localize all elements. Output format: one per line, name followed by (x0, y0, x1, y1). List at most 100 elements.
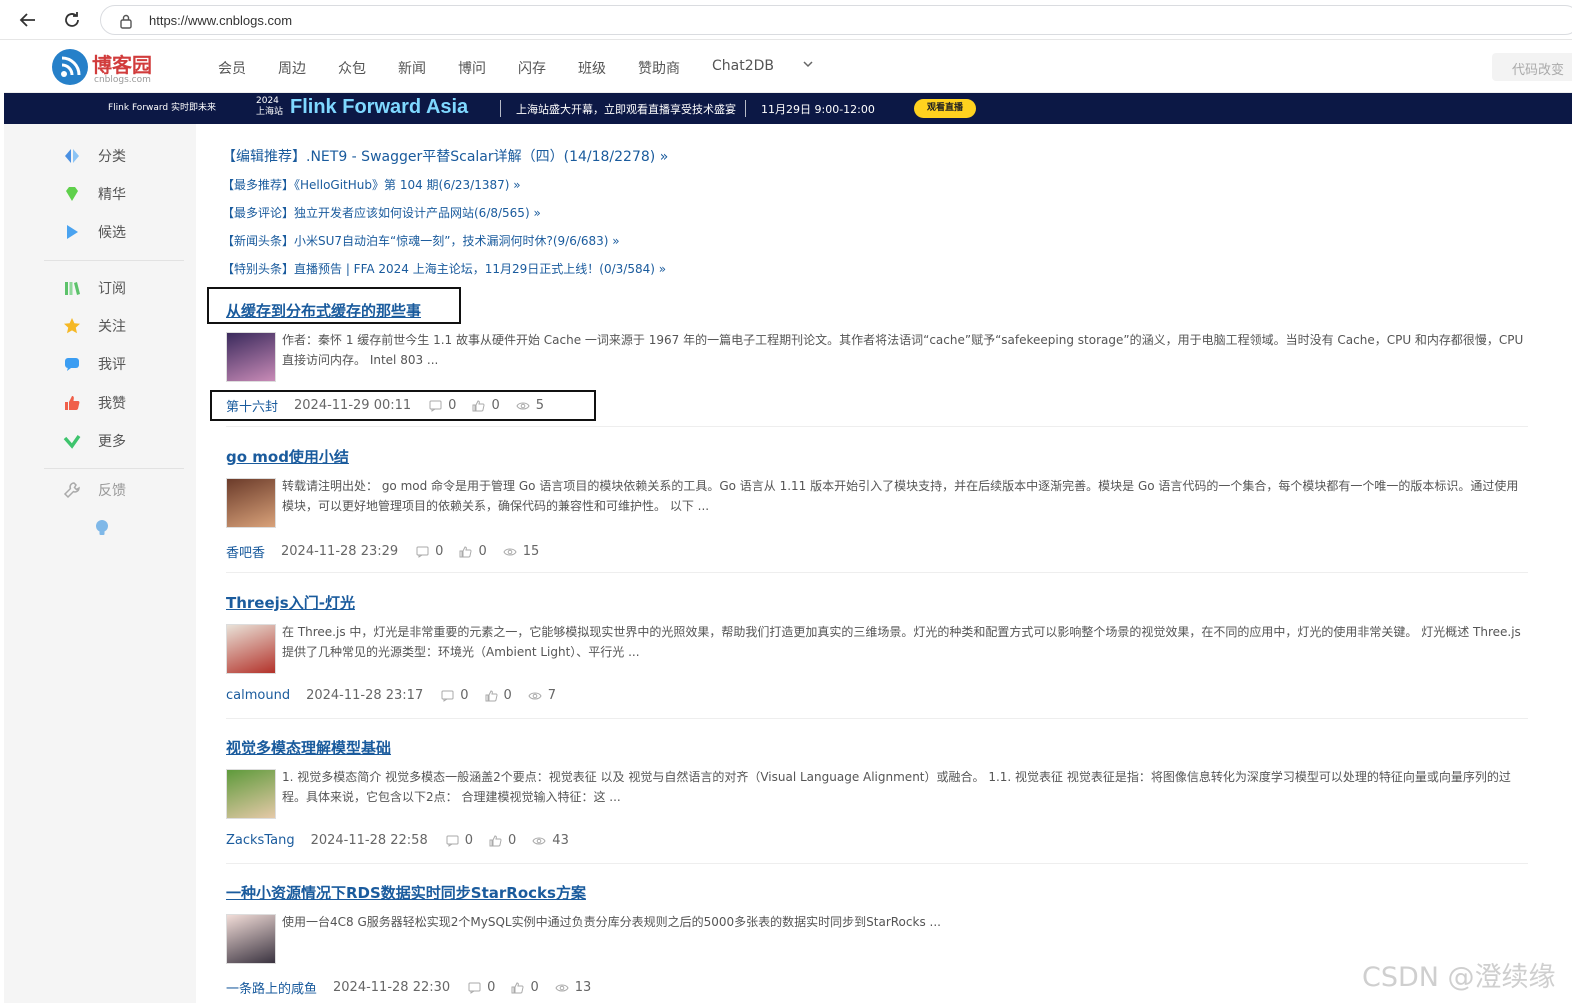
post-likes[interactable]: 0 (485, 688, 512, 703)
view-count: 43 (552, 833, 569, 848)
comment-icon (62, 354, 82, 374)
banner-divider (745, 100, 746, 117)
chevron-down-icon[interactable] (802, 58, 814, 78)
recommend-link[interactable]: 【最多推荐】《HelloGitHub》第 104 期(6/23/1387) » (222, 176, 521, 193)
banner-desc: 上海站盛大开幕，立即观看直播享受技术盛宴 (516, 103, 736, 116)
address-bar[interactable]: https://www.cnblogs.com (100, 5, 1572, 35)
nav-item-qa[interactable]: 博问 (458, 58, 486, 78)
sidebar-divider (44, 260, 184, 261)
watch-live-button[interactable]: 观看直播 (914, 99, 976, 118)
post-views: 7 (528, 688, 556, 703)
thumbs-up-icon (511, 981, 524, 993)
sidebar-item-label: 分类 (98, 149, 126, 165)
post-date: 2024-11-28 22:58 (310, 833, 428, 848)
star-icon (62, 316, 82, 336)
comment-count: 0 (464, 833, 474, 848)
post-likes[interactable]: 0 (511, 980, 539, 995)
post-comments[interactable]: 0 (446, 833, 473, 848)
post-comments[interactable]: 0 (468, 980, 495, 995)
view-count: 15 (522, 544, 540, 559)
post-likes[interactable]: 0 (459, 544, 487, 559)
author-avatar[interactable] (226, 769, 276, 819)
post-title[interactable]: Threejs入门-灯光 (226, 592, 355, 613)
sidebar-item-more[interactable]: 更多 (62, 429, 126, 453)
sidebar-item-featured[interactable]: 精华 (62, 182, 126, 206)
banner-title: Flink Forward Asia (290, 96, 469, 118)
left-sidebar: 分类 精华 候选 订阅 关注 我评 我赞 更多 反馈 (4, 124, 196, 1003)
sidebar-tip[interactable] (92, 516, 128, 540)
books-icon (62, 278, 82, 298)
nav-item-flash[interactable]: 闪存 (518, 58, 546, 78)
sidebar-item-candidate[interactable]: 候选 (62, 220, 126, 244)
sidebar-item-label: 我评 (98, 357, 126, 373)
nav-item-vip[interactable]: 会员 (218, 58, 246, 78)
highlight-box-meta (210, 390, 596, 421)
author-avatar[interactable] (226, 332, 276, 382)
nav-item-crowdsource[interactable]: 众包 (338, 58, 366, 78)
post-author[interactable]: 香吧香 (226, 542, 265, 561)
eye-icon (528, 692, 542, 699)
browser-toolbar: https://www.cnblogs.com (0, 0, 1572, 40)
nav-item-news[interactable]: 新闻 (398, 58, 426, 78)
author-avatar[interactable] (226, 624, 276, 674)
post-divider (226, 426, 1528, 427)
post-author[interactable]: calmound (226, 688, 290, 703)
ad-banner[interactable]: Flink Forward 实时即未来 2024 上海站 Flink Forwa… (4, 93, 1572, 124)
post-meta: 一条路上的咸鱼 2024-11-28 22:30 0 0 13 (226, 978, 607, 997)
rss-logo-icon (52, 49, 88, 85)
post-author[interactable]: ZacksTang (226, 833, 295, 848)
back-arrow-icon[interactable] (16, 8, 40, 32)
nav-item-sponsor[interactable]: 赞助商 (638, 58, 680, 78)
comment-icon (441, 690, 454, 702)
eye-icon (503, 548, 517, 555)
nav-item-merch[interactable]: 周边 (278, 58, 306, 78)
post-title[interactable]: 一种小资源情况下RDS数据实时同步StarRocks方案 (226, 882, 586, 903)
post-title[interactable]: go mod使用小结 (226, 446, 349, 467)
recommend-link[interactable]: 【最多评论】独立开发者应该如何设计产品网站(6/8/565) » (222, 204, 541, 221)
comment-icon (416, 546, 429, 558)
post-comments[interactable]: 0 (416, 544, 443, 559)
nav-item-chat2db[interactable]: Chat2DB (712, 58, 774, 78)
post-likes[interactable]: 0 (489, 833, 516, 848)
post-summary: 1. 视觉多模态简介 视觉多模态一般涵盖2个要点：视觉表征 以及 视觉与自然语言… (282, 770, 1511, 804)
comment-icon (446, 835, 459, 847)
post-title[interactable]: 视觉多模态理解模型基础 (226, 737, 391, 758)
sidebar-item-label: 关注 (98, 319, 126, 335)
comment-count: 0 (460, 688, 469, 703)
thumbs-up-icon (62, 393, 82, 413)
site-logo[interactable]: 博客园 cnblogs.com (52, 47, 172, 87)
post-divider (226, 718, 1528, 719)
sidebar-divider (44, 468, 184, 469)
lightbulb-icon (92, 518, 112, 538)
sidebar-item-follow[interactable]: 关注 (62, 314, 126, 338)
recommend-link[interactable]: 【编辑推荐】.NET9 - Swagger平替Scalar详解（四）(14/18… (222, 146, 668, 166)
nav-item-class[interactable]: 班级 (578, 58, 606, 78)
sidebar-item-subscribe[interactable]: 订阅 (62, 276, 126, 300)
author-avatar[interactable] (226, 478, 276, 528)
lock-icon[interactable] (119, 13, 133, 33)
author-avatar[interactable] (226, 914, 276, 964)
url-text[interactable]: https://www.cnblogs.com (149, 13, 292, 28)
comment-count: 0 (487, 980, 496, 995)
thumbs-up-icon (485, 689, 498, 701)
search-input[interactable]: 代码改变 (1492, 53, 1572, 81)
like-count: 0 (530, 980, 539, 995)
recommend-link[interactable]: 【新闻头条】小米SU7自动泊车“惊魂一刻”，技术漏洞何时休?(9/6/683) … (222, 232, 620, 249)
site-header: 博客园 cnblogs.com 会员 周边 众包 新闻 博问 闪存 班级 赞助商… (4, 41, 1572, 93)
sidebar-item-my-comments[interactable]: 我评 (62, 352, 126, 376)
view-count: 13 (574, 980, 592, 995)
post-summary: 作者：秦怀 1 缓存前世今生 1.1 故事从硬件开始 Cache 一词来源于 1… (282, 333, 1524, 367)
category-icon (62, 146, 82, 166)
eye-icon (532, 837, 546, 844)
post-comments[interactable]: 0 (441, 688, 469, 703)
reload-icon[interactable] (60, 8, 84, 32)
post-meta: 香吧香 2024-11-28 23:29 0 0 15 (226, 542, 555, 561)
post-summary: 转载请注明出处： go mod 命令是用于管理 Go 语言项目的模块依赖关系的工… (282, 479, 1519, 513)
sidebar-item-feedback[interactable]: 反馈 (62, 478, 126, 502)
sidebar-item-label: 反馈 (98, 483, 126, 499)
sidebar-item-my-likes[interactable]: 我赞 (62, 391, 126, 415)
sidebar-item-category[interactable]: 分类 (62, 144, 126, 168)
post-author[interactable]: 一条路上的咸鱼 (226, 978, 317, 997)
recommend-link[interactable]: 【特别头条】直播预告 | FFA 2024 上海主论坛，11月29日正式上线！(… (222, 260, 666, 277)
comment-icon (468, 982, 481, 994)
